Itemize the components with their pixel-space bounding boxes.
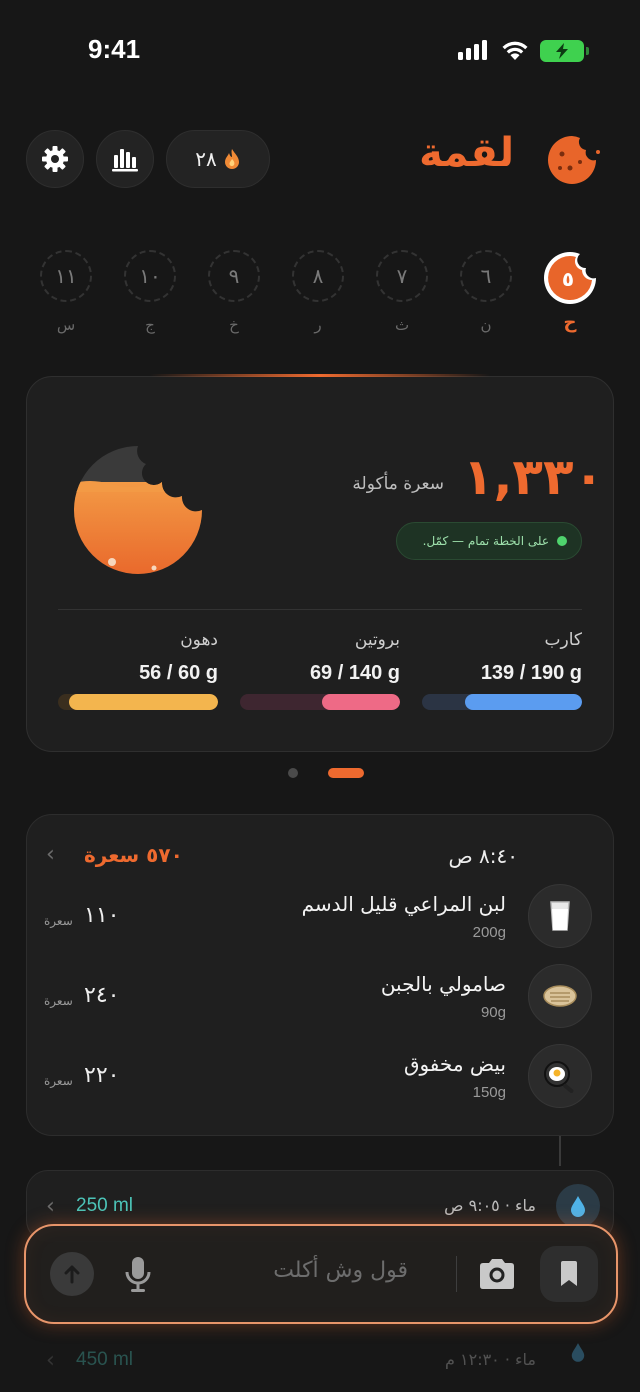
saved-meals-button[interactable] [540,1246,598,1302]
chevron-left-icon: ‹ [46,1348,55,1373]
macro-value-carbs: 139 / 190 g [480,662,582,684]
food-item-unit: سعرة [44,914,73,928]
macro-bar-fill [321,694,400,710]
streak-count: ٢٨ [195,147,217,171]
day-item[interactable]: ٧ ث [372,250,432,334]
water-entry-label: ماء · ٩:٠٥ ص [444,1196,536,1215]
macro-name-protein: بروتين [354,630,400,650]
day-number: ١١ [40,250,92,302]
macro-bar-fat [58,694,218,710]
bookmark-icon [561,1261,577,1286]
flame-icon [224,149,239,169]
status-bar: 9:41 [0,0,640,100]
meal-total-calories: ٥٧٠ سعرة [84,843,183,867]
day-label: ح [563,312,577,333]
day-label: س [56,316,76,334]
day-label: ر [314,316,322,334]
day-label: ن [480,316,492,334]
water-entry-faded[interactable]: ماء · ١٢:٣٠ م 450 ml ‹ [0,1332,640,1392]
macro-name-fat: دهون [180,630,218,650]
day-item[interactable]: ٦ ن [456,250,516,334]
calorie-progress-cookie-icon [74,446,202,574]
input-separator [456,1256,457,1292]
chevron-left-icon[interactable]: ‹ [46,842,55,867]
app-logo-cookie-icon [548,136,600,184]
camera-icon[interactable] [476,1254,518,1294]
gear-icon [42,146,68,172]
water-drop-icon [556,1184,600,1228]
plan-status-badge: على الخطة تمام — كمّل. [396,522,582,560]
food-item-calories: ١١٠ [84,903,120,928]
food-item-unit: سعرة [44,994,73,1008]
send-button[interactable] [50,1252,94,1296]
bread-roll-icon [528,964,592,1028]
stats-button[interactable] [96,130,154,188]
macro-bar-protein [240,694,400,710]
day-label: ج [145,316,155,334]
pager-dot-active[interactable] [328,768,364,778]
macro-bar-fill [465,694,582,710]
macro-value-protein: 69 / 140 g [309,662,400,684]
card-glow [150,374,490,377]
microphone-icon[interactable] [122,1254,154,1294]
food-item-weight: 150g [472,1084,506,1101]
pager-dot[interactable] [288,768,298,778]
food-item-calories: ٢٢٠ [84,1063,120,1088]
food-item-name: بيض مخفوق [403,1052,506,1076]
settings-button[interactable] [26,130,84,188]
water-entry-amount: 450 ml [76,1349,134,1370]
timeline-connector [559,1136,561,1166]
food-input-placeholder[interactable]: قول وش أكلت [273,1258,408,1283]
food-item-weight: 200g [472,924,506,941]
day-label: خ [229,316,239,334]
frying-pan-egg-icon [528,1044,592,1108]
status-dot-icon [557,536,567,546]
day-item[interactable]: ٩ خ [204,250,264,334]
streak-badge[interactable]: ٢٨ [166,130,270,188]
day-item[interactable]: ١١ س [36,250,96,334]
day-item-active[interactable]: ٥ ح [540,250,600,333]
food-item-unit: سعرة [44,1074,73,1088]
day-number: ٩ [208,250,260,302]
day-number: ٨ [292,250,344,302]
calories-eaten-value: ١,٣٣٠ [462,448,604,506]
water-drop-icon [566,1340,590,1364]
food-item-weight: 90g [480,1004,506,1021]
day-number: ٥ [562,267,574,291]
water-entry-amount: 250 ml [76,1195,134,1216]
battery-icon [540,40,589,62]
wifi-icon [502,41,528,60]
bar-chart-icon [112,149,138,172]
meal-time: ٨:٤٠ ص [448,844,518,868]
status-time: 9:41 [88,34,141,64]
day-number: ١٠ [124,250,176,302]
card-divider [58,609,582,610]
water-entry-label: ماء · ١٢:٣٠ م [445,1350,536,1369]
food-item-calories: ٢٤٠ [84,983,120,1008]
chevron-left-icon[interactable]: ‹ [46,1194,55,1219]
day-number: ٧ [376,250,428,302]
food-item-name: صامولي بالجبن [380,972,506,996]
day-item[interactable]: ١٠ ج [120,250,180,334]
plan-status-text: على الخطة تمام — كمّل. [422,534,549,548]
day-item[interactable]: ٨ ر [288,250,348,334]
macro-value-fat: 56 / 60 g [139,662,218,684]
app-title: لقمة [419,130,514,176]
calories-eaten-label: سعرة مأكولة [352,474,444,494]
macro-bar-carbs [422,694,582,710]
cellular-signal-icon [458,40,487,60]
arrow-up-icon [64,1265,80,1284]
active-day-cookie-icon: ٥ [544,252,596,304]
day-number: ٦ [460,250,512,302]
day-label: ث [394,316,410,334]
macro-bar-fill [69,694,218,710]
food-item-name: لبن المراعي قليل الدسم [301,892,506,916]
macro-name-carbs: كارب [544,630,583,650]
milk-glass-icon [528,884,592,948]
